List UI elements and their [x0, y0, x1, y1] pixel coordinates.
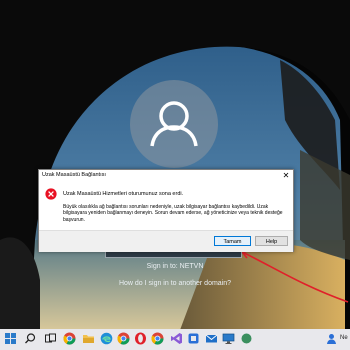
signin-domain-text: Sign in to: NETVN: [146, 263, 204, 270]
edge-icon[interactable]: [100, 332, 113, 345]
dialog-footer: Tamam Help: [39, 230, 293, 252]
dialog-body: Uzak Masaüstü Hizmetleri oturumunuz sona…: [39, 182, 293, 229]
remote-desktop-dialog: Uzak Masaüstü Bağlantısı ✕ Uzak Masaüstü…: [38, 169, 294, 252]
chrome-icon[interactable]: [151, 332, 164, 345]
network-user-icon[interactable]: [325, 332, 338, 345]
opera-icon[interactable]: [134, 332, 147, 345]
taskbar-label: Ne: [340, 335, 348, 341]
dialog-headline: Uzak Masaüstü Hizmetleri oturumunuz sona…: [63, 191, 184, 197]
search-icon[interactable]: [24, 332, 37, 345]
visual-studio-icon[interactable]: [170, 332, 183, 345]
dialog-detail: Büyük olasılıkla ağ bağlantısı sorunları…: [63, 204, 283, 223]
user-icon: [150, 101, 198, 147]
close-icon[interactable]: ✕: [281, 171, 291, 181]
misc-icon[interactable]: [240, 332, 253, 345]
remote-desktop-icon[interactable]: [222, 332, 235, 345]
chrome-icon[interactable]: [63, 332, 76, 345]
file-explorer-icon[interactable]: [82, 332, 95, 345]
chrome-icon[interactable]: [117, 332, 130, 345]
help-button[interactable]: Help: [255, 236, 288, 246]
mail-icon[interactable]: [205, 332, 218, 345]
windows-icon[interactable]: [4, 332, 17, 345]
app-icon[interactable]: [187, 332, 200, 345]
other-domain-link[interactable]: How do I sign in to another domain?: [0, 280, 350, 287]
dialog-titlebar[interactable]: Uzak Masaüstü Bağlantısı ✕: [39, 170, 293, 182]
dialog-title: Uzak Masaüstü Bağlantısı: [42, 172, 106, 178]
ok-button[interactable]: Tamam: [214, 236, 251, 246]
task-view-icon[interactable]: [44, 332, 57, 345]
user-avatar: [130, 80, 218, 168]
error-icon: [45, 188, 57, 200]
taskbar: Ne: [0, 329, 350, 350]
